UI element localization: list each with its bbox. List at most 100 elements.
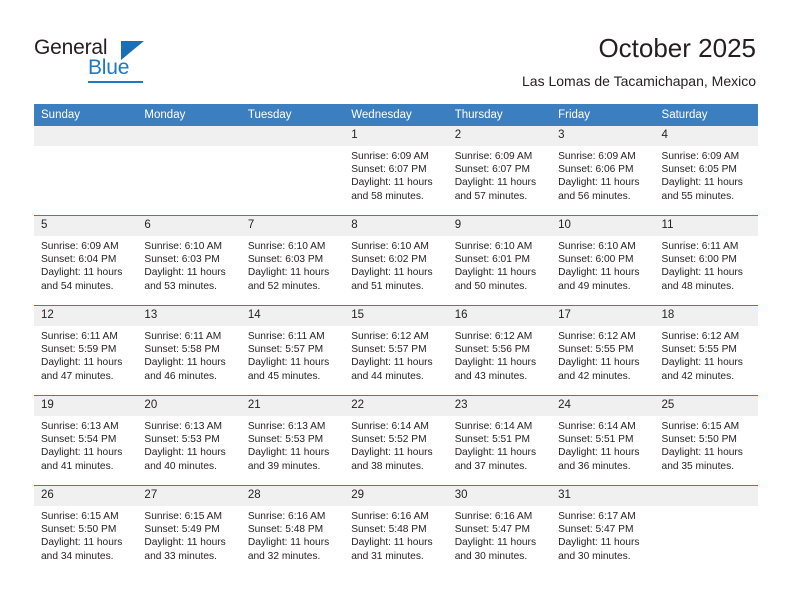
sunset-text: Sunset: 5:55 PM (661, 344, 737, 356)
sunrise-text: Sunrise: 6:16 AM (351, 511, 429, 522)
day-number: 11 (654, 216, 758, 236)
calendar-day-cell[interactable]: 7 Sunrise: 6:10 AM Sunset: 6:03 PM Daylight… (240, 215, 345, 306)
sunrise-text: Sunrise: 6:09 AM (351, 151, 429, 162)
weekday-header-saturday: Saturday (654, 104, 758, 126)
day-number: 5 (34, 216, 138, 236)
daylight-text: Daylight: 11 hours and 45 minutes. (247, 357, 330, 382)
sunset-text: Sunset: 5:53 PM (247, 434, 324, 446)
calendar-day-cell[interactable]: 4 Sunrise: 6:09 AM Sunset: 6:05 PM Daylight… (654, 126, 758, 216)
calendar-day-cell[interactable]: 31 Sunrise: 6:17 AM Sunset: 5:47 PM Dayligh… (551, 485, 655, 575)
calendar-day-cell[interactable]: 12 Sunrise: 6:11 AM Sunset: 5:59 PM Dayligh… (34, 305, 138, 396)
calendar-day-cell[interactable]: 5 Sunrise: 6:09 AM Sunset: 6:04 PM Daylight… (34, 215, 138, 306)
day-number: 1 (344, 126, 448, 146)
day-details: Sunrise: 6:15 AM Sunset: 5:50 PM Daylight:… (34, 506, 137, 563)
day-number: 2 (447, 126, 552, 146)
weekday-header-wednesday: Wednesday (344, 104, 448, 126)
day-number: 6 (137, 216, 241, 236)
day-number: 10 (551, 216, 655, 236)
calendar-week-row: 12 Sunrise: 6:11 AM Sunset: 5:59 PM Dayligh… (34, 305, 758, 396)
calendar-day-cell[interactable]: 9 Sunrise: 6:10 AM Sunset: 6:01 PM Daylight… (447, 215, 552, 306)
day-details: Sunrise: 6:14 AM Sunset: 5:52 PM Daylight:… (344, 416, 447, 473)
daylight-text: Daylight: 11 hours and 43 minutes. (454, 357, 537, 382)
sunrise-text: Sunrise: 6:15 AM (661, 421, 740, 432)
calendar-day-cell[interactable]: 6 Sunrise: 6:10 AM Sunset: 6:03 PM Daylight… (137, 215, 241, 306)
calendar-day-cell[interactable]: 27 Sunrise: 6:15 AM Sunset: 5:49 PM Dayligh… (137, 485, 241, 575)
daylight-text: Daylight: 11 hours and 40 minutes. (144, 447, 226, 472)
sunset-text: Sunset: 6:07 PM (351, 164, 427, 176)
sunrise-text: Sunrise: 6:16 AM (247, 511, 326, 522)
day-number: 15 (344, 306, 448, 326)
day-number: 30 (447, 486, 552, 506)
calendar-day-cell[interactable]: 2 Sunrise: 6:09 AM Sunset: 6:07 PM Daylight… (447, 126, 552, 216)
sunrise-text: Sunrise: 6:09 AM (41, 241, 119, 252)
calendar-day-cell[interactable]: 8 Sunrise: 6:10 AM Sunset: 6:02 PM Daylight… (344, 215, 448, 306)
day-details: Sunrise: 6:16 AM Sunset: 5:47 PM Daylight:… (448, 506, 551, 563)
calendar-day-cell[interactable]: 1 Sunrise: 6:09 AM Sunset: 6:07 PM Daylight… (344, 126, 448, 216)
daylight-text: Daylight: 11 hours and 37 minutes. (454, 447, 537, 472)
day-number (654, 486, 758, 506)
sunset-text: Sunset: 5:55 PM (558, 344, 634, 356)
calendar-day-cell[interactable]: 26 Sunrise: 6:15 AM Sunset: 5:50 PM Dayligh… (34, 485, 138, 575)
calendar-day-cell[interactable]: 10 Sunrise: 6:10 AM Sunset: 6:00 PM Dayligh… (551, 215, 655, 306)
day-details: Sunrise: 6:10 AM Sunset: 6:01 PM Daylight:… (448, 236, 551, 293)
day-details: Sunrise: 6:09 AM Sunset: 6:04 PM Daylight:… (34, 236, 137, 293)
sunrise-text: Sunrise: 6:09 AM (661, 151, 740, 162)
sunset-text: Sunset: 5:50 PM (661, 434, 737, 446)
calendar-table: Sunday Monday Tuesday Wednesday Thursday… (34, 104, 758, 575)
calendar-day-cell[interactable]: 25 Sunrise: 6:15 AM Sunset: 5:50 PM Dayligh… (654, 395, 758, 486)
day-number (137, 126, 241, 146)
calendar-day-cell[interactable]: 23 Sunrise: 6:14 AM Sunset: 5:51 PM Dayligh… (447, 395, 552, 486)
weekday-header-thursday: Thursday (447, 104, 552, 126)
daylight-text: Daylight: 11 hours and 57 minutes. (454, 177, 537, 202)
calendar-page: General Blue October 2025 Las Lomas de T… (0, 0, 792, 612)
sunrise-text: Sunrise: 6:14 AM (454, 421, 533, 432)
daylight-text: Daylight: 11 hours and 58 minutes. (351, 177, 433, 202)
day-details: Sunrise: 6:12 AM Sunset: 5:56 PM Daylight:… (448, 326, 551, 383)
calendar-day-cell[interactable]: 18 Sunrise: 6:12 AM Sunset: 5:55 PM Dayligh… (654, 305, 758, 396)
calendar-day-cell[interactable]: 20 Sunrise: 6:13 AM Sunset: 5:53 PM Dayligh… (137, 395, 241, 486)
daylight-text: Daylight: 11 hours and 30 minutes. (454, 537, 537, 562)
sunset-text: Sunset: 6:05 PM (661, 164, 737, 176)
logo-underline (88, 81, 143, 83)
day-number: 24 (551, 396, 655, 416)
daylight-text: Daylight: 11 hours and 33 minutes. (144, 537, 226, 562)
day-details: Sunrise: 6:14 AM Sunset: 5:51 PM Daylight:… (448, 416, 551, 473)
sunrise-text: Sunrise: 6:16 AM (454, 511, 533, 522)
calendar-day-cell[interactable]: 24 Sunrise: 6:14 AM Sunset: 5:51 PM Dayligh… (551, 395, 655, 486)
daylight-text: Daylight: 11 hours and 38 minutes. (351, 447, 433, 472)
calendar-day-cell[interactable]: 15 Sunrise: 6:12 AM Sunset: 5:57 PM Dayligh… (344, 305, 448, 396)
sunset-text: Sunset: 5:56 PM (454, 344, 531, 356)
calendar-day-cell[interactable]: 29 Sunrise: 6:16 AM Sunset: 5:48 PM Dayligh… (344, 485, 448, 575)
calendar-day-cell[interactable]: 21 Sunrise: 6:13 AM Sunset: 5:53 PM Dayligh… (240, 395, 345, 486)
general-blue-logo[interactable]: General Blue (34, 36, 214, 84)
calendar-day-cell[interactable]: 16 Sunrise: 6:12 AM Sunset: 5:56 PM Dayligh… (447, 305, 552, 396)
sunrise-text: Sunrise: 6:13 AM (247, 421, 326, 432)
day-details: Sunrise: 6:11 AM Sunset: 5:58 PM Daylight:… (137, 326, 240, 383)
day-details: Sunrise: 6:09 AM Sunset: 6:07 PM Daylight:… (344, 146, 447, 203)
calendar-day-cell[interactable]: 3 Sunrise: 6:09 AM Sunset: 6:06 PM Daylight… (551, 126, 655, 216)
day-details: Sunrise: 6:11 AM Sunset: 5:59 PM Daylight:… (34, 326, 137, 383)
calendar-day-cell[interactable]: 11 Sunrise: 6:11 AM Sunset: 6:00 PM Dayligh… (654, 215, 758, 306)
calendar-day-cell[interactable]: 17 Sunrise: 6:12 AM Sunset: 5:55 PM Dayligh… (551, 305, 655, 396)
sunrise-text: Sunrise: 6:17 AM (558, 511, 636, 522)
sunset-text: Sunset: 5:54 PM (41, 434, 117, 446)
sunset-text: Sunset: 5:47 PM (558, 524, 634, 536)
sunset-text: Sunset: 6:01 PM (454, 254, 531, 266)
day-number: 22 (344, 396, 448, 416)
sunset-text: Sunset: 6:07 PM (454, 164, 531, 176)
calendar-day-cell[interactable]: 19 Sunrise: 6:13 AM Sunset: 5:54 PM Dayligh… (34, 395, 138, 486)
sunrise-text: Sunrise: 6:10 AM (144, 241, 223, 252)
calendar-day-cell[interactable]: 22 Sunrise: 6:14 AM Sunset: 5:52 PM Dayligh… (344, 395, 448, 486)
calendar-day-cell[interactable]: 30 Sunrise: 6:16 AM Sunset: 5:47 PM Dayligh… (447, 485, 552, 575)
sunset-text: Sunset: 6:00 PM (558, 254, 634, 266)
calendar-day-cell[interactable]: 28 Sunrise: 6:16 AM Sunset: 5:48 PM Dayligh… (240, 485, 345, 575)
sunset-text: Sunset: 5:59 PM (41, 344, 117, 356)
calendar-head: Sunday Monday Tuesday Wednesday Thursday… (34, 104, 758, 126)
sunset-text: Sunset: 6:02 PM (351, 254, 427, 266)
title-block: October 2025 Las Lomas de Tacamichapan, … (522, 32, 756, 91)
day-details: Sunrise: 6:10 AM Sunset: 6:02 PM Daylight:… (344, 236, 447, 293)
day-details: Sunrise: 6:10 AM Sunset: 6:03 PM Daylight:… (241, 236, 344, 293)
day-number: 3 (551, 126, 655, 146)
calendar-day-cell[interactable]: 13 Sunrise: 6:11 AM Sunset: 5:58 PM Dayligh… (137, 305, 241, 396)
calendar-day-cell[interactable]: 14 Sunrise: 6:11 AM Sunset: 5:57 PM Dayligh… (240, 305, 345, 396)
